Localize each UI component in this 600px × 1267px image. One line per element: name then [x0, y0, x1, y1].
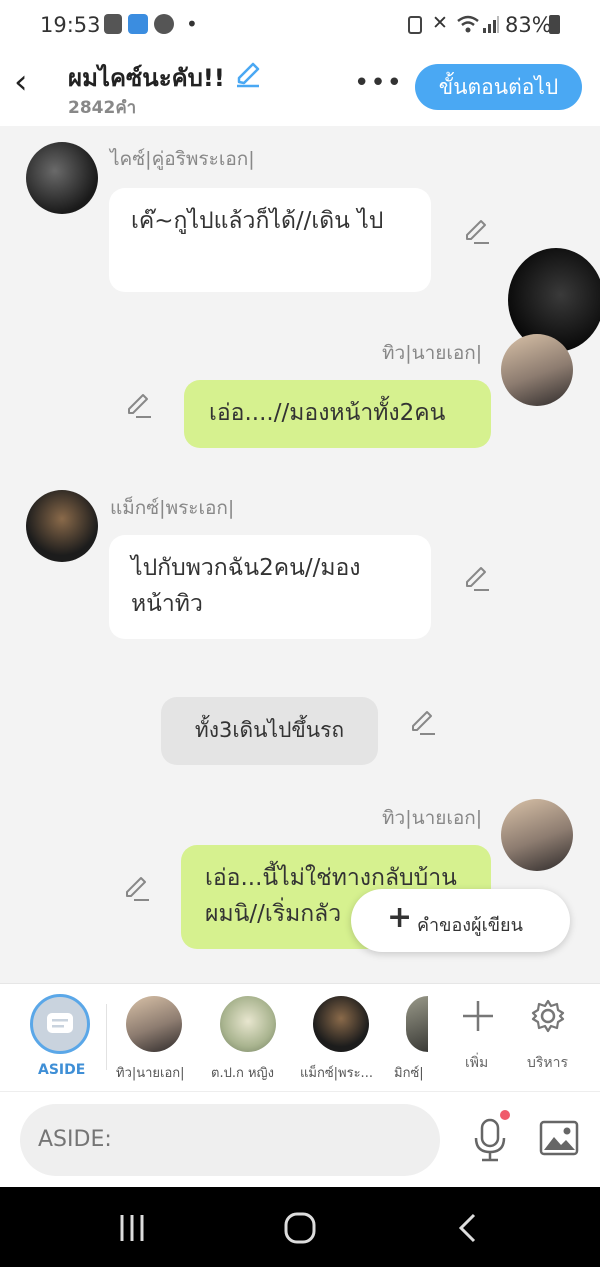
- edit-message-icon[interactable]: [462, 216, 492, 246]
- line-notification-icon: [154, 14, 174, 34]
- recording-dot: [500, 1110, 510, 1120]
- character-name: แม็กซ์|พระเอก|: [110, 497, 235, 519]
- microphone-icon[interactable]: [470, 1116, 510, 1164]
- avatar[interactable]: [501, 334, 573, 406]
- add-character-icon[interactable]: [460, 998, 496, 1034]
- next-step-button[interactable]: ขั้นตอนต่อไป: [415, 64, 582, 110]
- gallery-notification-icon: [104, 14, 122, 34]
- gear-icon[interactable]: [530, 998, 566, 1034]
- word-count: 2842คำ: [68, 98, 137, 118]
- character-avatar[interactable]: [220, 996, 276, 1052]
- avatar[interactable]: [26, 142, 98, 214]
- more-options-icon[interactable]: •••: [354, 68, 403, 98]
- signal-icon: [483, 16, 499, 33]
- input-bar: [0, 1091, 600, 1187]
- character-label: ต.ป.ก หญิง: [211, 1066, 274, 1081]
- message-bubble[interactable]: ไปกับพวกฉัน2คน//มอง หน้าทิว: [109, 535, 431, 639]
- character-bar: ASIDE ทิว|นายเอก| ต.ป.ก หญิง แม็กซ์|พระ.…: [0, 983, 600, 1091]
- back-icon[interactable]: ‹: [14, 65, 44, 100]
- back-nav-icon[interactable]: [456, 1212, 478, 1244]
- edit-message-icon[interactable]: [408, 707, 438, 737]
- narration-icon: [47, 1013, 73, 1033]
- wifi-icon: [457, 15, 479, 33]
- aside-selector[interactable]: [30, 994, 90, 1054]
- avatar[interactable]: [26, 490, 98, 562]
- manage-label[interactable]: บริหาร: [527, 1052, 568, 1074]
- edit-message-icon[interactable]: [122, 873, 152, 903]
- edit-message-icon[interactable]: [462, 563, 492, 593]
- status-bar: 19:53 • ✕ 83%: [0, 0, 600, 50]
- character-avatar[interactable]: [406, 996, 428, 1052]
- story-title[interactable]: ผมไคซ์นะคับ!!: [68, 58, 225, 97]
- avatar[interactable]: [501, 799, 573, 871]
- author-note-button[interactable]: + คำของผู้เขียน: [351, 889, 570, 952]
- editor-header: ‹ ผมไคซ์นะคับ!! 2842คำ ••• ขั้นตอนต่อไป: [0, 50, 600, 126]
- character-label: แม็กซ์|พระ...: [300, 1066, 373, 1081]
- author-note-label: คำของผู้เขียน: [417, 915, 523, 936]
- character-label: มิกซ์|: [394, 1066, 424, 1081]
- edit-message-icon[interactable]: [124, 390, 154, 420]
- mute-icon: ✕: [432, 12, 448, 34]
- character-avatar[interactable]: [313, 996, 369, 1052]
- narration-bubble[interactable]: ทั้ง3เดินไปขึ้นรถ: [161, 697, 378, 765]
- message-input[interactable]: [20, 1104, 440, 1176]
- plus-icon: +: [387, 900, 413, 935]
- aside-label: ASIDE: [38, 1062, 86, 1078]
- battery-saver-icon: [408, 16, 422, 34]
- message-bubble[interactable]: เอ่อ....//มองหน้าทั้ง2คน: [184, 380, 491, 448]
- character-name: ทิว|นายเอก|: [382, 342, 483, 364]
- message-bubble[interactable]: เค๊~กูไปแล้วก็ได้//เดิน ไป: [109, 188, 431, 292]
- character-name: ไคซ์|คู่อริพระเอก|: [110, 148, 255, 170]
- character-label: ทิว|นายเอก|: [116, 1066, 185, 1081]
- dot-icon: •: [186, 12, 198, 36]
- character-avatar[interactable]: [126, 996, 182, 1052]
- divider: [106, 1004, 107, 1070]
- chat-area: ไคซ์|คู่อริพระเอก| เค๊~กูไปแล้วก็ได้//เด…: [0, 126, 600, 983]
- recent-apps-icon[interactable]: [116, 1213, 148, 1243]
- status-time: 19:53: [40, 13, 101, 37]
- battery-text: 83%: [505, 13, 552, 37]
- app-notification-icon: [128, 14, 148, 34]
- navigation-bar: [0, 1187, 600, 1267]
- image-icon[interactable]: [539, 1120, 579, 1156]
- home-icon[interactable]: [283, 1211, 317, 1245]
- battery-icon: [549, 15, 560, 34]
- edit-title-icon[interactable]: [234, 60, 262, 88]
- add-label[interactable]: เพิ่ม: [465, 1052, 488, 1074]
- character-name: ทิว|นายเอก|: [382, 807, 483, 829]
